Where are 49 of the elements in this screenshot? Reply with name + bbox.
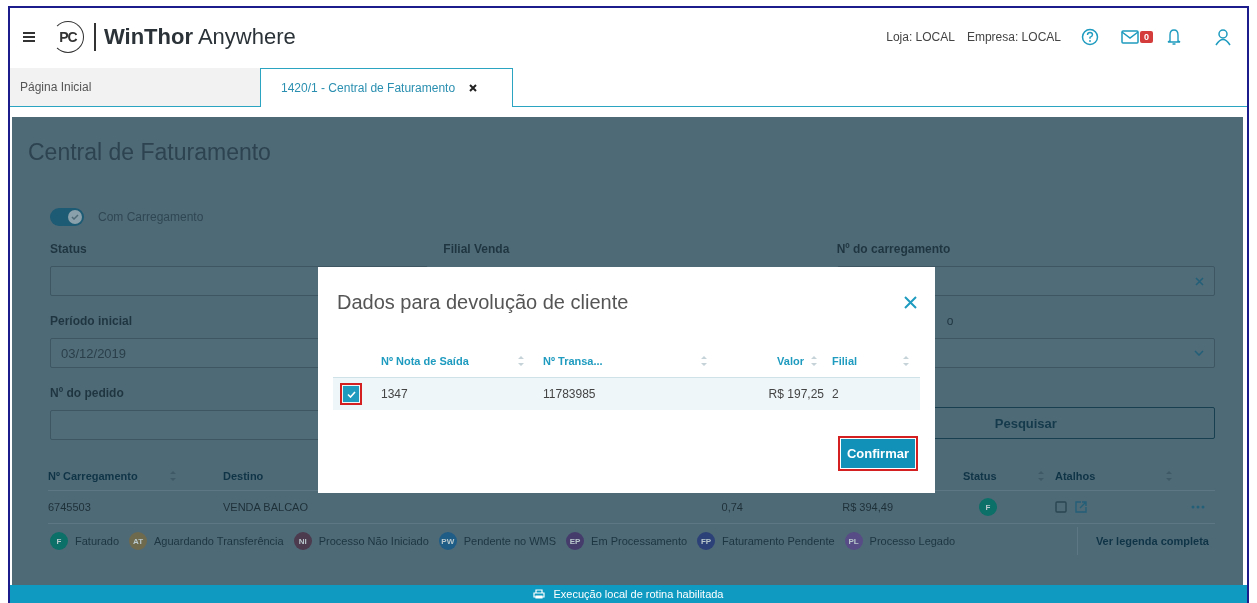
legend-dot: PW: [438, 532, 457, 550]
sort-icon: [810, 355, 818, 367]
column-header[interactable]: Valor: [777, 355, 804, 367]
column-header[interactable]: Status: [963, 470, 997, 482]
legend-dot: PL: [844, 532, 863, 550]
legend-link[interactable]: Ver legenda completa: [1076, 527, 1215, 555]
bell-icon[interactable]: [1167, 28, 1181, 46]
status-text: Execução local de rotina habilitada: [553, 588, 724, 600]
column-header[interactable]: Nº Carregamento: [48, 470, 138, 482]
legend-dot: NI: [293, 532, 312, 550]
check-icon: [71, 214, 79, 220]
mail-icon[interactable]: [1121, 30, 1139, 44]
user-icon[interactable]: [1215, 28, 1231, 46]
sort-icon: [517, 355, 525, 367]
printer-icon: [533, 589, 546, 599]
check-icon: [346, 390, 356, 398]
dialog-title: Dados para devolução de cliente: [337, 290, 629, 314]
company-label: Empresa: LOCAL: [966, 30, 1061, 44]
sort-icon: [902, 355, 910, 367]
table-cell-text: 0,74: [720, 501, 744, 513]
table-cell-text: 11783985: [543, 387, 597, 401]
table-cell-text: R$ 197,25: [767, 387, 825, 401]
table-cell-text: VENDA BALCAO: [223, 501, 309, 513]
store-label: Loja: LOCAL: [886, 30, 955, 44]
column-header[interactable]: Nº Transa...: [543, 355, 603, 367]
sort-icon: [700, 355, 708, 367]
mail-count-badge: 0: [1140, 31, 1153, 43]
tab[interactable]: Página Inicial: [10, 68, 260, 106]
close-icon[interactable]: [469, 84, 478, 92]
app-title: WinThor Anywhere: [104, 24, 296, 50]
document-icon[interactable]: [1055, 501, 1067, 513]
legend-dot: FP: [697, 532, 716, 550]
legend-dot: AT: [129, 532, 148, 550]
confirm-button[interactable]: Confirmar: [840, 439, 915, 468]
toggle-switch[interactable]: [50, 208, 84, 226]
chevron-down-icon: [1194, 350, 1204, 356]
table-cell-text: 2: [832, 387, 840, 401]
tab[interactable]: 1420/1 - Central de Faturamento: [260, 68, 513, 107]
column-header[interactable]: Destino: [223, 470, 264, 482]
legend-dot: EP: [566, 532, 585, 550]
menu-icon[interactable]: [22, 31, 36, 43]
status-dot: F: [979, 498, 997, 516]
legend-dot: F: [50, 532, 68, 550]
column-header[interactable]: Filial: [832, 355, 858, 367]
column-header[interactable]: Atalhos: [1055, 470, 1096, 482]
table-cell-text: R$ 394,49: [841, 501, 894, 513]
help-icon[interactable]: [1081, 28, 1099, 46]
table-cell-text: 1347: [381, 387, 409, 401]
table-cell-text: 6745503: [48, 501, 92, 513]
